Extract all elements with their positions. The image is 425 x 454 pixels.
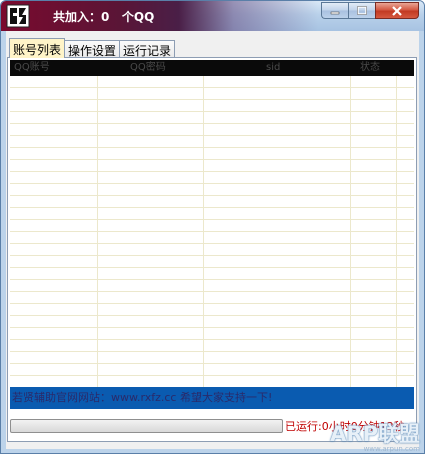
- title-bar[interactable]: 共加入：0 个QQ: [1, 1, 424, 31]
- close-icon: [392, 5, 402, 16]
- app-logo-icon: [6, 4, 30, 28]
- maximize-icon: [357, 6, 367, 15]
- tab-run-log[interactable]: 运行记录: [119, 40, 176, 58]
- tab-operation-settings[interactable]: 操作设置: [64, 40, 121, 58]
- client-area: 账号列表 操作设置 运行记录 QQ账号 QQ密码 sid 状态 若贤辅助官网网站…: [6, 31, 419, 449]
- promo-banner: 若贤辅助官网网站：www.rxfz.cc 希望大家支持一下!: [10, 387, 414, 409]
- column-qq-password[interactable]: QQ密码: [126, 60, 266, 76]
- app-window: 共加入：0 个QQ 账号列表 操作设置 运行记录 QQ账号 QQ密码 sid 状…: [0, 0, 425, 454]
- tab-strip: 账号列表 操作设置 运行记录: [9, 38, 176, 58]
- close-button[interactable]: [375, 2, 419, 19]
- column-divider: [350, 76, 351, 390]
- tab-account-list[interactable]: 账号列表: [9, 38, 66, 58]
- watermark-url: www.arpun.com: [363, 445, 420, 453]
- window-title: 共加入：0 个QQ: [53, 10, 155, 24]
- account-table[interactable]: QQ账号 QQ密码 sid 状态: [10, 60, 414, 390]
- table-header: QQ账号 QQ密码 sid 状态: [10, 60, 414, 76]
- tab-panel-account-list: QQ账号 QQ密码 sid 状态 若贤辅助官网网站：www.rxfz.cc 希望…: [7, 57, 417, 442]
- column-divider: [97, 76, 98, 390]
- column-divider: [203, 76, 204, 390]
- maximize-button[interactable]: [348, 2, 375, 19]
- column-divider: [396, 76, 397, 390]
- minimize-button[interactable]: [321, 2, 348, 19]
- watermark-logo: ARP联盟: [330, 422, 420, 446]
- column-sid[interactable]: sid: [266, 60, 358, 76]
- watermark: ARP联盟 www.arpun.com: [330, 423, 420, 453]
- column-status[interactable]: 状态: [358, 60, 414, 76]
- table-body[interactable]: [10, 76, 414, 390]
- window-controls: [321, 2, 419, 19]
- column-qq-account[interactable]: QQ账号: [10, 60, 126, 76]
- progress-bar: [10, 419, 283, 433]
- minimize-icon: [330, 11, 340, 14]
